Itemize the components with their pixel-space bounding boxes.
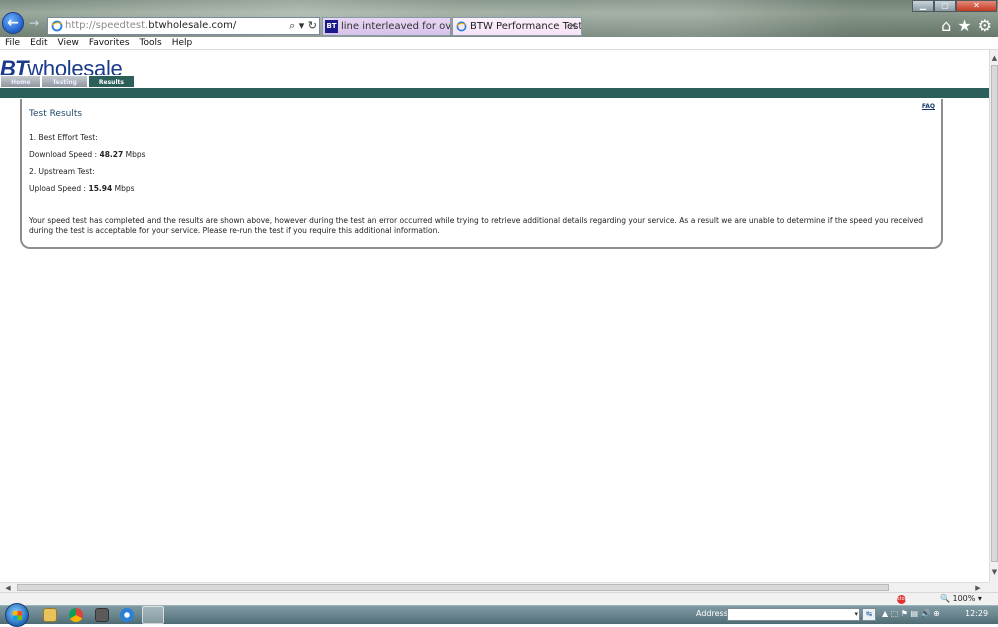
stop-icon[interactable]: stop: [897, 595, 908, 604]
menu-tools[interactable]: Tools: [135, 37, 167, 49]
horizontal-scrollbar[interactable]: ◀ ▶: [0, 582, 989, 592]
close-window-button[interactable]: ✕: [956, 0, 997, 12]
header-bar: [0, 88, 989, 98]
upstream-label: 2. Upstream Test:: [29, 167, 95, 176]
nav-home[interactable]: Home: [0, 75, 42, 88]
address-tools[interactable]: ⌕ ▾ ↻: [289, 19, 317, 33]
address-bar[interactable]: http://speedtest.btwholesale.com/ ⌕ ▾ ↻: [47, 17, 320, 35]
tab-btw-performance[interactable]: BTW Performance Test ✕: [452, 17, 582, 36]
window-controls: ▁ ▢ ✕: [912, 0, 997, 12]
back-arrow-icon: ←: [7, 15, 19, 31]
file-explorer-icon[interactable]: [43, 608, 57, 622]
scroll-down-icon[interactable]: ▼: [990, 566, 998, 578]
page-content: BTwholesale Home Testing Results FAQ Tes…: [0, 50, 989, 582]
best-effort-label: 1. Best Effort Test:: [29, 133, 98, 142]
menu-favorites[interactable]: Favorites: [84, 37, 135, 49]
vertical-scroll-thumb[interactable]: [991, 65, 998, 562]
taskbar-address-input[interactable]: ▾: [727, 608, 860, 621]
scrollbar-corner: [989, 582, 998, 592]
address-url: http://speedtest.btwholesale.com/: [65, 20, 237, 31]
browser-chrome: ← → http://speedtest.btwholesale.com/ ⌕ …: [0, 0, 998, 37]
nav-testing[interactable]: Testing: [41, 75, 88, 88]
maximize-button[interactable]: ▢: [934, 0, 956, 12]
chevron-down-icon[interactable]: ▾: [854, 609, 858, 620]
taskbar: Address ▾ ↹ ▲ ⬚ ⚑ ▤ 🔊 ⊕ 12:29: [0, 603, 998, 627]
forward-arrow-icon: →: [28, 16, 40, 30]
taskbar-go-button[interactable]: ↹: [862, 608, 876, 621]
tab-bt-forum[interactable]: BT line interleaved for over a mon...: [322, 17, 451, 36]
ie-icon: [456, 21, 467, 32]
system-tray[interactable]: ▲ ⬚ ⚑ ▤ 🔊 ⊕: [882, 609, 940, 618]
forward-button[interactable]: →: [27, 16, 41, 30]
download-value: 48.27: [99, 150, 124, 159]
zoom-level[interactable]: 🔍 100% ▾: [940, 594, 982, 603]
horizontal-scroll-thumb[interactable]: [17, 584, 889, 591]
chrome-icon[interactable]: [69, 608, 83, 622]
upload-value: 15.94: [88, 184, 113, 193]
download-speed: Download Speed : 48.27 Mbps: [29, 150, 146, 159]
site-nav: Home Testing Results: [0, 75, 135, 88]
status-bar: stop 🔍 100% ▾: [0, 592, 998, 605]
menu-view[interactable]: View: [53, 37, 84, 49]
results-title: Test Results: [29, 109, 83, 119]
nav-results[interactable]: Results: [87, 75, 135, 88]
media-player-icon[interactable]: [95, 608, 109, 622]
download-label: Download Speed :: [29, 150, 100, 159]
menu-file[interactable]: File: [0, 37, 25, 49]
upload-speed: Upload Speed : 15.94 Mbps: [29, 184, 135, 193]
bt-favicon-icon: BT: [325, 20, 338, 33]
ie-taskbar-icon[interactable]: [120, 608, 134, 622]
upload-unit: Mbps: [112, 184, 135, 193]
gear-icon[interactable]: ⚙: [978, 16, 992, 35]
scroll-up-icon[interactable]: ▲: [990, 52, 998, 64]
ie-icon: [51, 20, 63, 32]
home-icon[interactable]: ⌂: [941, 16, 951, 35]
results-panel: FAQ Test Results 1. Best Effort Test: Do…: [20, 99, 943, 249]
clock[interactable]: 12:29: [965, 609, 988, 618]
menu-help[interactable]: Help: [167, 37, 198, 49]
minimize-button[interactable]: ▁: [912, 0, 934, 12]
download-unit: Mbps: [123, 150, 146, 159]
active-ie-window[interactable]: [142, 606, 164, 624]
tab-label: BTW Performance Test: [470, 21, 582, 32]
tab-close-icon[interactable]: ✕: [569, 18, 577, 35]
menu-edit[interactable]: Edit: [25, 37, 52, 49]
tab-label: line interleaved for over a mon...: [341, 21, 451, 32]
back-button[interactable]: ←: [2, 12, 24, 34]
result-message: Your speed test has completed and the re…: [29, 216, 923, 235]
vertical-scrollbar[interactable]: ▲ ▼: [989, 50, 998, 582]
start-button[interactable]: [5, 603, 29, 627]
command-icons: ⌂ ★ ⚙: [941, 16, 992, 35]
taskbar-address-label: Address: [696, 609, 728, 618]
upload-label: Upload Speed :: [29, 184, 89, 193]
favorites-star-icon[interactable]: ★: [957, 16, 971, 35]
faq-link[interactable]: FAQ: [922, 103, 935, 110]
menu-bar: File Edit View Favorites Tools Help: [0, 37, 998, 50]
